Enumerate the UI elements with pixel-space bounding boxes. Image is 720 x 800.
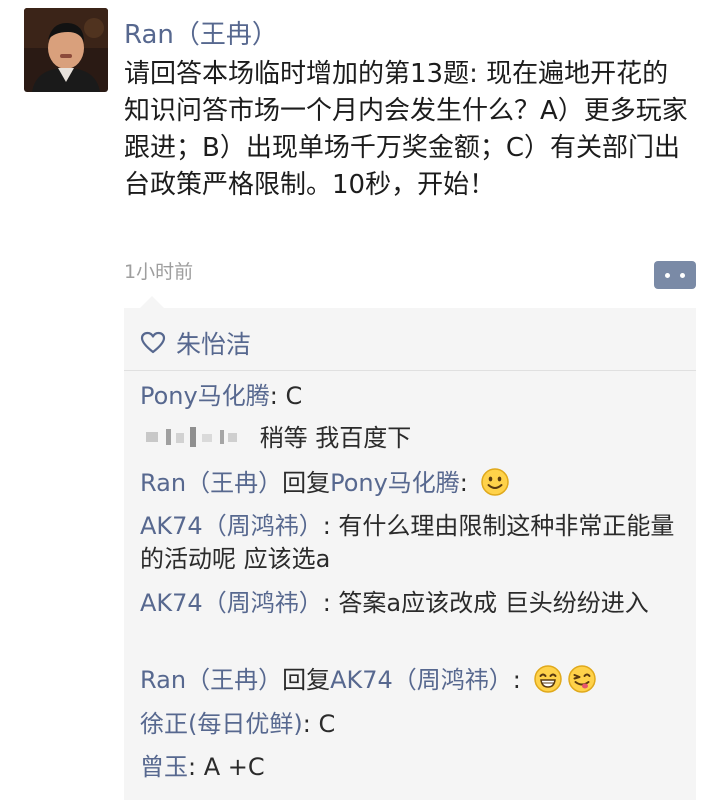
like-name[interactable]: 朱怡洁	[176, 325, 251, 361]
avatar[interactable]	[24, 8, 108, 92]
reply-target[interactable]: AK74（周鸿祎）	[330, 666, 513, 694]
redacted-name[interactable]	[140, 424, 252, 450]
reply-target[interactable]: Pony马化腾	[330, 469, 460, 497]
comment-item: Pony马化腾: C	[140, 382, 303, 410]
comment-author[interactable]: Pony马化腾	[140, 382, 270, 410]
post-author-name[interactable]: Ran（王冉）	[124, 14, 278, 51]
avatar-image	[24, 8, 108, 92]
bubble-arrow	[140, 296, 164, 308]
comment-item: AK74（周鸿祎）: 答案a应该改成 巨头纷纷进入	[140, 589, 649, 617]
divider	[124, 370, 696, 371]
comment-author[interactable]: 曾玉	[140, 753, 188, 781]
comment-item: AK74（周鸿祎）: 有什么理由限制这种非常正能量的活动呢 应该选a	[140, 512, 675, 573]
wink-tongue-emoji-icon	[567, 665, 596, 693]
post-timestamp: 1小时前	[124, 261, 194, 283]
comment-text: 答案a应该改成 巨头纷纷进入	[338, 589, 649, 617]
comment-item: 徐正(每日优鲜): C	[140, 710, 336, 738]
comment-dot-icon	[680, 273, 685, 278]
post-text: 请回答本场临时增加的第13题: 现在遍地开花的知识问答市场一个月内会发生什么？A…	[124, 59, 688, 200]
comment-item: 稍等 我百度下	[140, 422, 685, 455]
comment-item: Ran（王冉）回复AK74（周鸿祎）:	[140, 664, 685, 697]
comment-item: 曾玉: A +C	[140, 753, 265, 781]
comment-text: C	[318, 710, 336, 738]
comment-text: C	[285, 382, 303, 410]
comment-text: A +C	[203, 753, 265, 781]
heart-outline-icon	[140, 331, 166, 354]
comment-author[interactable]: Ran（王冉）	[140, 469, 282, 497]
comment-author[interactable]: 徐正(每日优鲜)	[140, 710, 303, 738]
comment-author[interactable]: AK74（周鸿祎）	[140, 589, 323, 617]
likes-row: 朱怡洁	[140, 325, 251, 361]
comment-author[interactable]: Ran（王冉）	[140, 666, 282, 694]
comment-item: Ran（王冉）回复Pony马化腾:	[140, 467, 685, 500]
comment-text: 稍等 我百度下	[259, 424, 412, 452]
comment-button[interactable]	[654, 261, 696, 289]
comment-dot-icon	[665, 273, 670, 278]
smile-emoji-icon	[480, 468, 509, 496]
comment-author[interactable]: AK74（周鸿祎）	[140, 512, 323, 540]
grin-emoji-icon	[533, 665, 562, 693]
